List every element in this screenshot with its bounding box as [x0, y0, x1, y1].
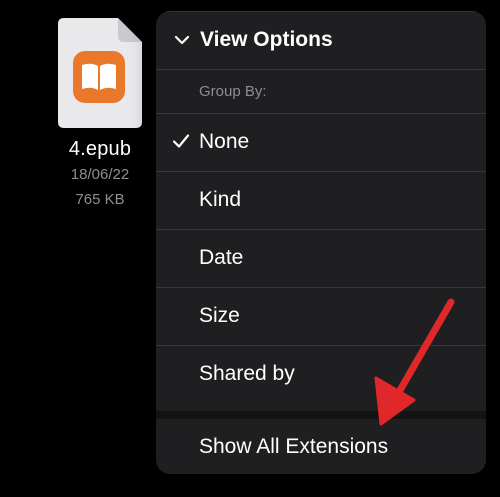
view-options-label: View Options [200, 28, 333, 51]
show-all-extensions-option[interactable]: Show All Extensions [156, 419, 486, 474]
group-by-date-option[interactable]: Date [156, 229, 486, 287]
book-icon [73, 51, 125, 103]
group-by-shared-by-option[interactable]: Shared by [156, 345, 486, 403]
file-tile[interactable]: 4.epub 18/06/22 765 KB [42, 14, 158, 214]
option-label: Kind [199, 188, 242, 211]
file-name: 4.epub [68, 138, 132, 160]
section-divider [156, 411, 486, 419]
option-label: Show All Extensions [199, 434, 389, 458]
group-by-size-option[interactable]: Size [156, 287, 486, 345]
epub-file-icon [58, 18, 142, 128]
group-by-kind-option[interactable]: Kind [156, 171, 486, 229]
files-screen: 4.epub 18/06/22 765 KB View Options Grou… [0, 0, 500, 497]
view-options-header[interactable]: View Options [156, 11, 486, 69]
group-by-none-option[interactable]: None [156, 113, 486, 171]
option-label: Date [199, 246, 244, 269]
chevron-down-icon [174, 35, 190, 45]
option-label: Shared by [199, 362, 295, 385]
file-size: 765 KB [75, 191, 125, 208]
option-label: Size [199, 304, 240, 327]
view-options-menu: View Options Group By: None Kind Date Si… [156, 11, 486, 474]
checkmark-icon [172, 134, 190, 148]
file-date: 18/06/22 [70, 166, 130, 183]
group-by-label: Group By: [199, 82, 267, 100]
option-label: None [199, 130, 250, 153]
